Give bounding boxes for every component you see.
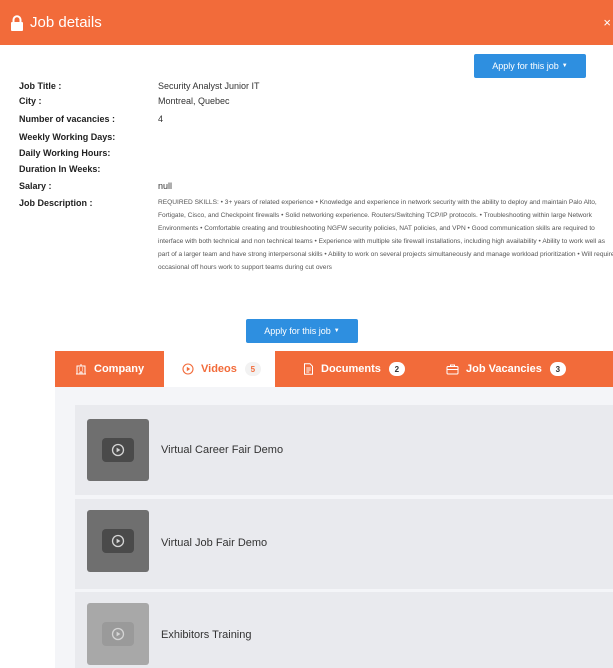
detail-label: Salary : xyxy=(19,181,52,191)
detail-label: Number of vacancies : xyxy=(19,114,116,124)
screen-icon xyxy=(102,529,134,553)
lock-icon xyxy=(11,14,23,31)
job-description-text: REQUIRED SKILLS: • 3+ years of related e… xyxy=(158,199,613,271)
close-icon[interactable]: × xyxy=(603,16,611,29)
play-circle-icon xyxy=(182,363,194,375)
tab-job-vacancies[interactable]: Job Vacancies 3 xyxy=(446,351,566,387)
tab-badge: 3 xyxy=(549,362,566,376)
document-icon xyxy=(304,363,313,375)
apply-for-job-button-top[interactable]: Apply for this job ▼ xyxy=(474,54,586,78)
play-circle-icon xyxy=(111,627,125,641)
job-details-modal: Job details × Apply for this job ▼ Job T… xyxy=(0,0,613,668)
tab-badge: 5 xyxy=(244,362,261,376)
modal-header: Job details × xyxy=(0,0,613,45)
screen-icon xyxy=(102,438,134,462)
video-item[interactable]: Virtual Job Fair Demo xyxy=(75,499,613,589)
video-thumbnail[interactable] xyxy=(87,603,149,665)
detail-label: Daily Working Hours: xyxy=(19,148,111,158)
video-title[interactable]: Exhibitors Training xyxy=(161,629,252,641)
video-item[interactable]: Virtual Career Fair Demo xyxy=(75,405,613,495)
tab-badge: 2 xyxy=(388,362,405,376)
tab-videos[interactable]: Videos 5 xyxy=(164,351,275,387)
video-thumbnail[interactable] xyxy=(87,419,149,481)
play-circle-icon xyxy=(111,534,125,548)
caret-down-icon: ▼ xyxy=(561,63,568,69)
tab-label: Company xyxy=(94,363,145,375)
play-circle-icon xyxy=(111,443,125,457)
video-title[interactable]: Virtual Career Fair Demo xyxy=(161,444,283,456)
briefcase-icon xyxy=(446,364,459,375)
tab-bar: Company Videos 5 Documents 2 Job Vacanci… xyxy=(55,351,613,387)
building-icon xyxy=(76,364,86,375)
detail-value: Security Analyst Junior IT xyxy=(158,81,260,91)
caret-down-icon: ▼ xyxy=(333,328,340,334)
detail-label: Duration In Weeks: xyxy=(19,164,101,174)
video-title[interactable]: Virtual Job Fair Demo xyxy=(161,537,267,549)
video-thumbnail[interactable] xyxy=(87,510,149,572)
tab-company[interactable]: Company xyxy=(75,351,144,387)
detail-value: 4 xyxy=(158,114,164,124)
apply-button-label: Apply for this job xyxy=(264,326,331,336)
detail-label: Job Title : xyxy=(19,81,62,91)
tab-documents[interactable]: Documents 2 xyxy=(303,351,405,387)
apply-for-job-button-bottom[interactable]: Apply for this job ▼ xyxy=(246,319,358,343)
detail-label: Job Description : xyxy=(19,198,93,208)
detail-value: Montreal, Quebec xyxy=(158,96,230,106)
tab-label: Documents xyxy=(321,363,381,375)
detail-label: Weekly Working Days: xyxy=(19,132,116,142)
tab-label: Job Vacancies xyxy=(466,363,542,375)
apply-button-label: Apply for this job xyxy=(492,61,559,71)
screen-icon xyxy=(102,622,134,646)
company-tabs-panel: Company Videos 5 Documents 2 Job Vacanci… xyxy=(55,351,613,668)
tab-label: Videos xyxy=(201,363,237,375)
video-item[interactable]: Exhibitors Training xyxy=(75,592,613,668)
detail-label: City : xyxy=(19,96,42,106)
modal-title: Job details xyxy=(30,14,102,31)
detail-value: null xyxy=(158,181,173,191)
